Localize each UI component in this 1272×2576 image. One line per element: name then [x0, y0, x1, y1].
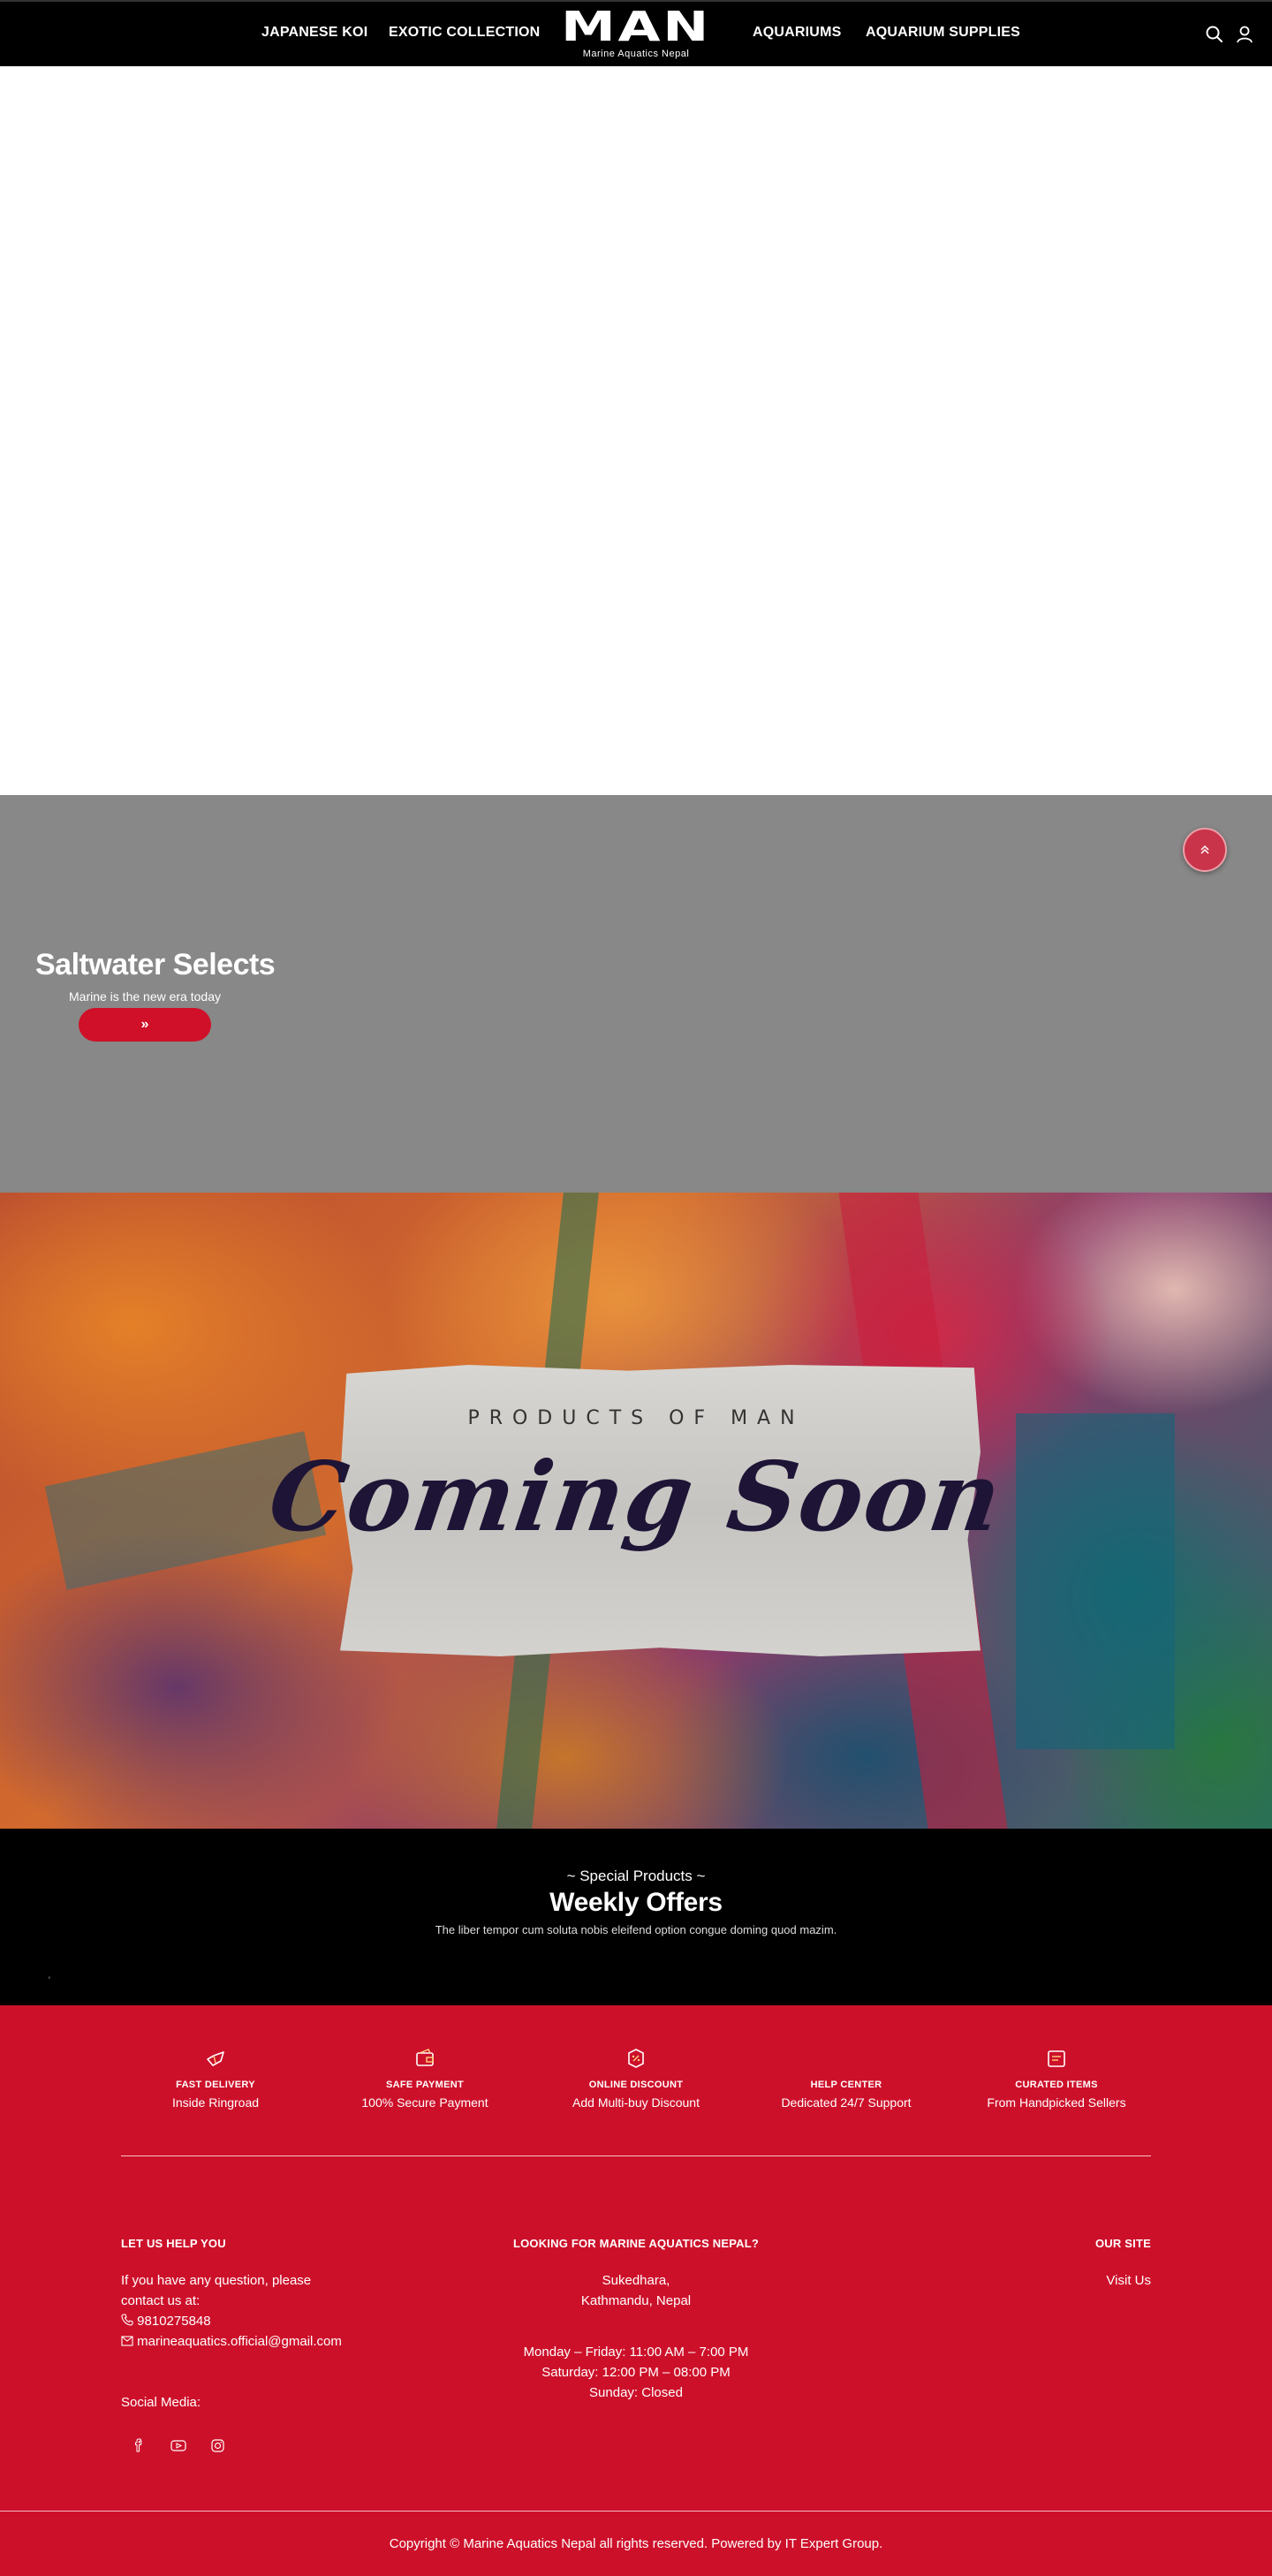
carousel-dot[interactable]: •: [48, 1974, 51, 1983]
feature-subtitle: Dedicated 24/7 Support: [781, 2095, 912, 2110]
feature-fast-delivery: FAST DELIVERY Inside Ringroad: [118, 2048, 313, 2110]
email-address: marineaquatics.official@gmail.com: [137, 2334, 342, 2349]
search-icon[interactable]: [1205, 25, 1224, 44]
saltwater-shop-button[interactable]: »: [79, 1008, 211, 1042]
saltwater-title: Saltwater Selects: [35, 948, 276, 981]
feature-title: HELP CENTER: [810, 2080, 882, 2090]
curated-icon: [1046, 2048, 1067, 2069]
address-line1: Sukedhara,: [602, 2273, 670, 2288]
nav-exotic-collection[interactable]: EXOTIC COLLECTION: [389, 25, 540, 41]
hero-section: [0, 66, 1272, 795]
help-icon: [836, 2048, 857, 2069]
offers-description: The liber tempor cum soluta nobis eleife…: [435, 1923, 837, 1936]
weekly-offers-section: ~ Special Products ~ Weekly Offers The l…: [0, 1829, 1272, 2005]
location-heading: LOOKING FOR MARINE AQUATICS NEPAL?: [512, 2237, 760, 2250]
hours-weekdays: Monday – Friday: 11:00 AM – 7:00 PM: [523, 2345, 749, 2360]
phone-contact[interactable]: 9810275848: [121, 2311, 211, 2331]
facebook-icon[interactable]: [121, 2428, 156, 2463]
help-heading: LET US HELP YOU: [121, 2237, 226, 2250]
visit-us-link[interactable]: Visit Us: [974, 2270, 1151, 2291]
phone-icon: [121, 2314, 133, 2326]
banner-title: Coming Soon: [262, 1442, 1010, 1553]
saltwater-section: Saltwater Selects Marine is the new era …: [0, 795, 1272, 1193]
site-header: JAPANESE KOI EXOTIC COLLECTION MAN Marin…: [0, 0, 1272, 66]
discount-icon: [625, 2048, 647, 2069]
feature-title: FAST DELIVERY: [176, 2080, 255, 2090]
site-logo[interactable]: MAN Marine Aquatics Nepal: [561, 6, 709, 62]
hours-saturday: Saturday: 12:00 PM – 08:00 PM: [541, 2365, 731, 2380]
wallet-icon: [414, 2048, 435, 2069]
nav-aquariums[interactable]: AQUARIUMS: [753, 25, 841, 41]
feature-subtitle: Inside Ringroad: [171, 2095, 260, 2110]
feature-subtitle: 100% Secure Payment: [361, 2095, 488, 2110]
instagram-icon[interactable]: [201, 2428, 236, 2463]
feature-title: CURATED ITEMS: [1015, 2080, 1098, 2090]
help-text-line1: If you have any question, please: [121, 2273, 312, 2288]
feature-subtitle: Add Multi-buy Discount: [572, 2095, 700, 2110]
site-footer: FAST DELIVERY Inside Ringroad SAFE PAYME…: [0, 2005, 1272, 2576]
address-line2: Kathmandu, Nepal: [580, 2293, 692, 2308]
double-chevron-up-icon: [1200, 845, 1209, 854]
scroll-to-top-button[interactable]: [1183, 828, 1227, 872]
feature-subtitle: From Handpicked Sellers: [987, 2095, 1126, 2110]
offers-title: Weekly Offers: [549, 1888, 723, 1917]
nav-aquarium-supplies[interactable]: AQUARIUM SUPPLIES: [866, 25, 1020, 41]
email-contact[interactable]: marineaquatics.official@gmail.com: [121, 2331, 342, 2352]
saltwater-subtitle: Marine is the new era today: [69, 989, 221, 1004]
coming-soon-banner: PRODUCTS OF MAN Coming Soon: [0, 1193, 1272, 1829]
youtube-icon[interactable]: [161, 2428, 196, 2463]
user-icon[interactable]: [1235, 25, 1254, 44]
feature-safe-payment: SAFE PAYMENT 100% Secure Payment: [328, 2048, 522, 2110]
phone-number: 9810275848: [137, 2314, 211, 2329]
feature-curated-items: CURATED ITEMS From Handpicked Sellers: [959, 2048, 1154, 2110]
feature-online-discount: ONLINE DISCOUNT Add Multi-buy Discount: [539, 2048, 733, 2110]
site-heading: OUR SITE: [1095, 2237, 1151, 2250]
logo-mark: MAN: [561, 3, 711, 50]
hours-sunday: Sunday: Closed: [589, 2385, 683, 2400]
offers-kicker: ~ Special Products ~: [566, 1868, 706, 1884]
nav-japanese-koi[interactable]: JAPANESE KOI: [261, 25, 367, 41]
social-media-label: Social Media:: [121, 2395, 201, 2410]
feature-help-center: HELP CENTER Dedicated 24/7 Support: [749, 2048, 943, 2110]
banner-kicker: PRODUCTS OF MAN: [467, 1407, 805, 1429]
footer-bottom-divider: [0, 2511, 1272, 2512]
mail-icon: [121, 2336, 133, 2346]
delivery-icon: [205, 2048, 226, 2069]
help-text-line2: contact us at:: [121, 2293, 201, 2308]
feature-title: SAFE PAYMENT: [386, 2080, 464, 2090]
copyright-text: Copyright © Marine Aquatics Nepal all ri…: [389, 2536, 883, 2551]
feature-title: ONLINE DISCOUNT: [588, 2080, 684, 2090]
